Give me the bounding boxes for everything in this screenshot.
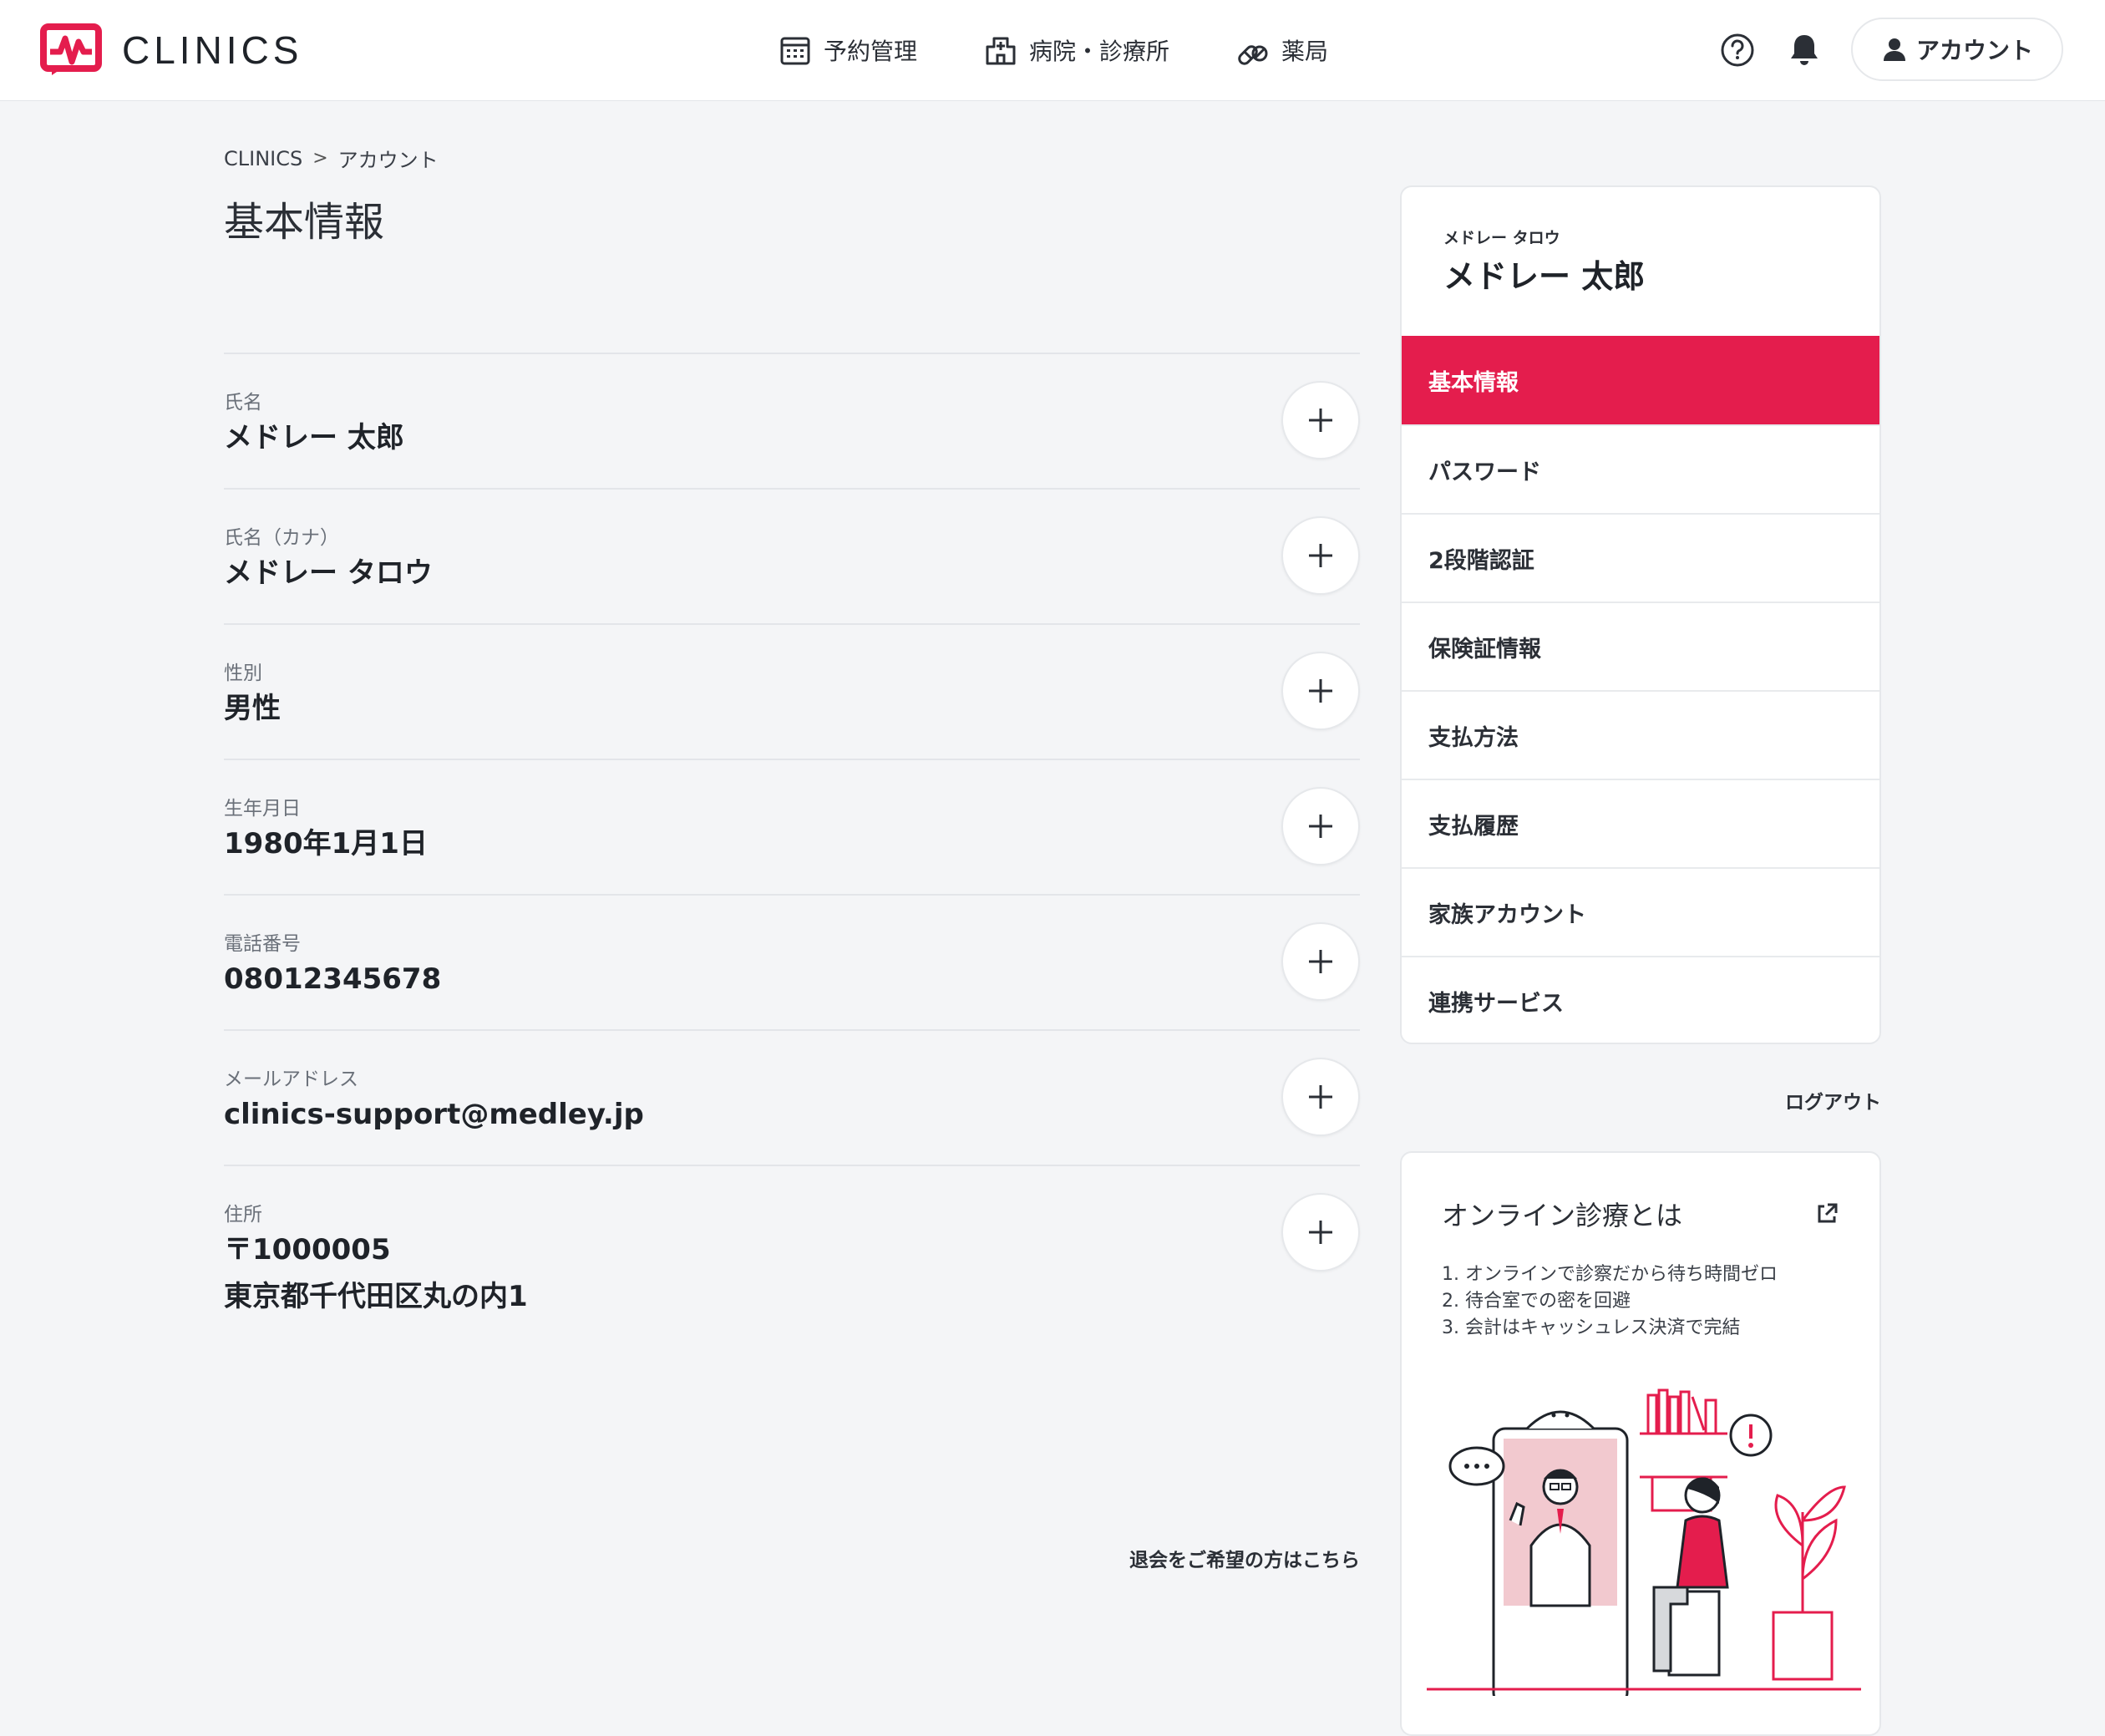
promo-title: オンライン診療とは — [1442, 1200, 1683, 1231]
menu-item-two-factor[interactable]: 2段階認証 — [1402, 513, 1879, 602]
account-label: アカウント — [1915, 37, 2033, 64]
page-title: 基本情報 — [224, 199, 385, 246]
nav-pharmacy[interactable]: 薬局 — [1236, 28, 1328, 72]
breadcrumb-separator: > — [312, 148, 328, 169]
clinics-logo[interactable]: CLINICS — [40, 23, 302, 77]
online-consultation-illustration — [1427, 1388, 1861, 1696]
postal-code: 〒1000005 — [224, 1233, 391, 1266]
online-consultation-card[interactable]: オンライン診療とは 1. オンラインで診察だから待ち時間ゼロ 2. 待合室での密… — [1400, 1151, 1881, 1736]
calendar-icon — [780, 37, 810, 65]
basic-info-list: 氏名 メドレー 太郎 氏名（カナ） メドレー タロウ 性別 男性 生年月日 19… — [224, 353, 1360, 1333]
breadcrumb-current: アカウント — [337, 149, 439, 172]
field-label: 氏名 — [224, 392, 262, 414]
logout-link[interactable]: ログアウト — [1785, 1086, 1881, 1114]
menu-item-linked-services[interactable]: 連携サービス — [1402, 956, 1879, 1043]
plus-icon — [1309, 1221, 1332, 1244]
clinics-logo-icon — [40, 23, 102, 75]
field-value: 08012345678 — [224, 962, 442, 996]
edit-kana-button[interactable] — [1281, 516, 1360, 595]
menu-item-family-account[interactable]: 家族アカウント — [1402, 867, 1879, 956]
plus-icon — [1309, 815, 1332, 838]
account-side-card: メドレー タロウ メドレー 太郎 基本情報 パスワード 2段階認証 保険証情報 … — [1400, 185, 1881, 1044]
edit-gender-button[interactable] — [1281, 652, 1360, 730]
plus-icon — [1309, 679, 1332, 703]
field-email-row: メールアドレス clinics-support@medley.jp — [224, 1031, 1360, 1166]
withdraw-link[interactable]: 退会をご希望の方はこちら — [1129, 1544, 1360, 1572]
field-value-address: 〒1000005 東京都千代田区丸の内1 — [224, 1226, 528, 1320]
nav-label: 病院・診療所 — [1029, 38, 1170, 65]
field-label: メールアドレス — [224, 1069, 358, 1090]
field-label: 電話番号 — [224, 933, 301, 955]
field-label: 生年月日 — [224, 798, 301, 820]
breadcrumb: CLINICS > アカウント — [224, 144, 439, 173]
promo-points: 1. オンラインで診察だから待ち時間ゼロ 2. 待合室での密を回避 3. 会計は… — [1442, 1261, 1778, 1342]
nav-reservations[interactable]: 予約管理 — [779, 28, 917, 72]
edit-phone-button[interactable] — [1281, 922, 1360, 1001]
help-circle-icon[interactable] — [1719, 32, 1756, 69]
field-label: 性別 — [224, 662, 262, 684]
pill-icon — [1238, 45, 1268, 65]
plus-icon — [1309, 1085, 1332, 1109]
plus-icon — [1309, 950, 1332, 973]
field-label: 氏名（カナ） — [224, 527, 339, 549]
menu-item-basic-info[interactable]: 基本情報 — [1402, 336, 1879, 424]
field-birthday-row: 生年月日 1980年1月1日 — [224, 760, 1360, 896]
profile-name: メドレー 太郎 — [1443, 258, 1646, 295]
field-value: メドレー タロウ — [224, 556, 433, 590]
hospital-icon — [986, 37, 1016, 65]
promo-point: 1. オンラインで診察だから待ち時間ゼロ — [1442, 1264, 1778, 1285]
menu-item-password[interactable]: パスワード — [1402, 424, 1879, 513]
nav-hospitals[interactable]: 病院・診療所 — [984, 28, 1169, 72]
bell-icon[interactable] — [1786, 32, 1823, 69]
breadcrumb-root[interactable]: CLINICS — [224, 147, 302, 170]
field-label: 住所 — [224, 1204, 262, 1226]
nav-label: 薬局 — [1281, 38, 1329, 65]
field-value: 男性 — [224, 692, 281, 725]
field-kana-row: 氏名（カナ） メドレー タロウ — [224, 490, 1360, 625]
field-value: clinics-support@medley.jp — [224, 1098, 644, 1131]
account-menu: 基本情報 パスワード 2段階認証 保険証情報 支払方法 支払履歴 家族アカウント… — [1402, 336, 1879, 1043]
edit-address-button[interactable] — [1281, 1193, 1360, 1272]
edit-email-button[interactable] — [1281, 1058, 1360, 1136]
external-link-icon[interactable] — [1814, 1201, 1839, 1226]
menu-item-insurance[interactable]: 保険証情報 — [1402, 602, 1879, 690]
edit-birthday-button[interactable] — [1281, 787, 1360, 865]
promo-point: 3. 会計はキャッシュレス決済で完結 — [1442, 1317, 1741, 1338]
address-line: 東京都千代田区丸の内1 — [224, 1280, 528, 1313]
field-name-row: 氏名 メドレー 太郎 — [224, 354, 1360, 490]
field-address-row: 住所 〒1000005 東京都千代田区丸の内1 — [224, 1166, 1360, 1333]
nav-label: 予約管理 — [824, 38, 918, 65]
plus-icon — [1309, 409, 1332, 432]
logo-text: CLINICS — [122, 28, 303, 72]
edit-name-button[interactable] — [1281, 381, 1360, 459]
top-header: CLINICS 予約管理 病院・診療所 薬局 アカウント — [0, 0, 2105, 101]
profile-kana: メドレー タロウ — [1443, 229, 1560, 247]
user-icon — [1883, 38, 1905, 61]
promo-point: 2. 待合室での密を回避 — [1442, 1291, 1631, 1312]
field-value: 1980年1月1日 — [224, 827, 428, 860]
plus-icon — [1309, 544, 1332, 567]
field-phone-row: 電話番号 08012345678 — [224, 896, 1360, 1031]
field-value: メドレー 太郎 — [224, 421, 404, 454]
field-gender-row: 性別 男性 — [224, 625, 1360, 760]
menu-item-payment-method[interactable]: 支払方法 — [1402, 690, 1879, 779]
menu-item-payment-history[interactable]: 支払履歴 — [1402, 779, 1879, 867]
account-button[interactable]: アカウント — [1851, 18, 2063, 81]
